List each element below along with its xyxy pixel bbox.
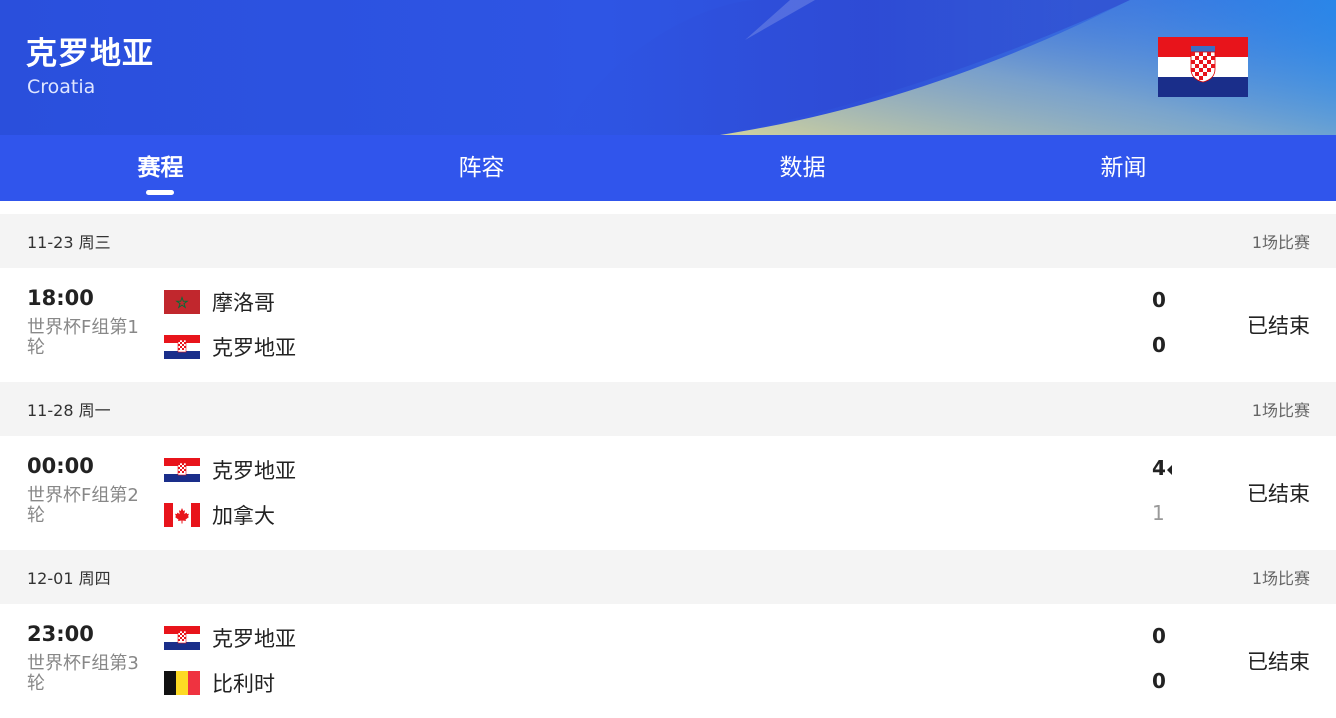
header-decoration — [560, 0, 1336, 135]
match-status: 已结束 — [1247, 650, 1310, 674]
tab-label: 新闻 — [1100, 155, 1147, 181]
away-score: 0 — [1152, 669, 1166, 693]
match-competition: 世界杯F组第3轮 — [27, 653, 139, 694]
croatia-flag-icon — [164, 458, 200, 482]
away-score: 0 — [1152, 333, 1166, 357]
match-competition: 世界杯F组第2轮 — [27, 485, 139, 526]
tab-stats[interactable]: 数据 — [642, 135, 963, 201]
team-name: 克罗地亚 — [212, 459, 296, 483]
tab-bar: 赛程 阵容 数据 新闻 — [0, 135, 1336, 201]
team-name: 摩洛哥 — [212, 291, 275, 315]
day-header: 11-23 周三 1场比赛 — [0, 214, 1336, 268]
away-team: 比利时 — [164, 670, 275, 696]
match-competition: 世界杯F组第1轮 — [27, 317, 139, 358]
home-team: 摩洛哥 — [164, 289, 275, 315]
match-time: 18:00 — [27, 286, 94, 310]
winner-arrow-icon — [1166, 464, 1172, 475]
home-score: 0 — [1152, 288, 1166, 312]
tab-lineup[interactable]: 阵容 — [321, 135, 642, 201]
belgium-flag-icon — [164, 671, 200, 695]
croatia-flag-icon — [164, 626, 200, 650]
team-name-en: Croatia — [27, 76, 96, 98]
day-header: 11-28 周一 1场比赛 — [0, 382, 1336, 436]
tab-news[interactable]: 新闻 — [963, 135, 1284, 201]
team-name-cn: 克罗地亚 — [26, 36, 154, 72]
tab-label: 赛程 — [137, 155, 184, 181]
croatia-flag-icon — [164, 335, 200, 359]
day-date: 11-23 周三 — [27, 233, 111, 252]
away-team: 克罗地亚 — [164, 334, 296, 360]
team-name: 加拿大 — [212, 504, 275, 528]
match-row[interactable]: 18:00 世界杯F组第1轮 摩洛哥 克罗地亚 0 0 已结束 — [0, 268, 1336, 382]
day-date: 11-28 周一 — [27, 401, 111, 420]
day-date: 12-01 周四 — [27, 569, 111, 588]
tab-label: 数据 — [779, 155, 826, 181]
match-time: 00:00 — [27, 454, 94, 478]
team-name: 克罗地亚 — [212, 336, 296, 360]
match-row[interactable]: 23:00 世界杯F组第3轮 克罗地亚 比利时 0 0 已结束 — [0, 604, 1336, 718]
away-score: 1 — [1152, 501, 1165, 525]
canada-flag-icon — [164, 503, 200, 527]
match-count: 1场比赛 — [1251, 233, 1310, 252]
match-row[interactable]: 00:00 世界杯F组第2轮 克罗地亚 加拿大 4 1 已结束 — [0, 436, 1336, 550]
home-score: 0 — [1152, 624, 1166, 648]
day-header: 12-01 周四 1场比赛 — [0, 550, 1336, 604]
match-status: 已结束 — [1247, 314, 1310, 338]
match-time: 23:00 — [27, 622, 94, 646]
home-score: 4 — [1152, 456, 1178, 480]
morocco-flag-icon — [164, 290, 200, 314]
croatia-flag-icon — [1158, 37, 1248, 97]
match-count: 1场比赛 — [1251, 569, 1310, 588]
team-header: 克罗地亚 Croatia — [0, 0, 1336, 135]
team-name: 克罗地亚 — [212, 627, 296, 651]
home-team: 克罗地亚 — [164, 625, 296, 651]
match-rows: 11-23 周三 1场比赛 18:00 世界杯F组第1轮 摩洛哥 克罗地亚 0 … — [0, 214, 1336, 718]
match-count: 1场比赛 — [1251, 401, 1310, 420]
tab-schedule[interactable]: 赛程 — [0, 135, 321, 201]
home-team: 克罗地亚 — [164, 457, 296, 483]
away-team: 加拿大 — [164, 502, 275, 528]
tab-label: 阵容 — [458, 155, 505, 181]
home-score-value: 4 — [1152, 456, 1166, 480]
match-status: 已结束 — [1247, 482, 1310, 506]
team-name: 比利时 — [212, 672, 275, 696]
active-tab-indicator — [146, 190, 174, 195]
